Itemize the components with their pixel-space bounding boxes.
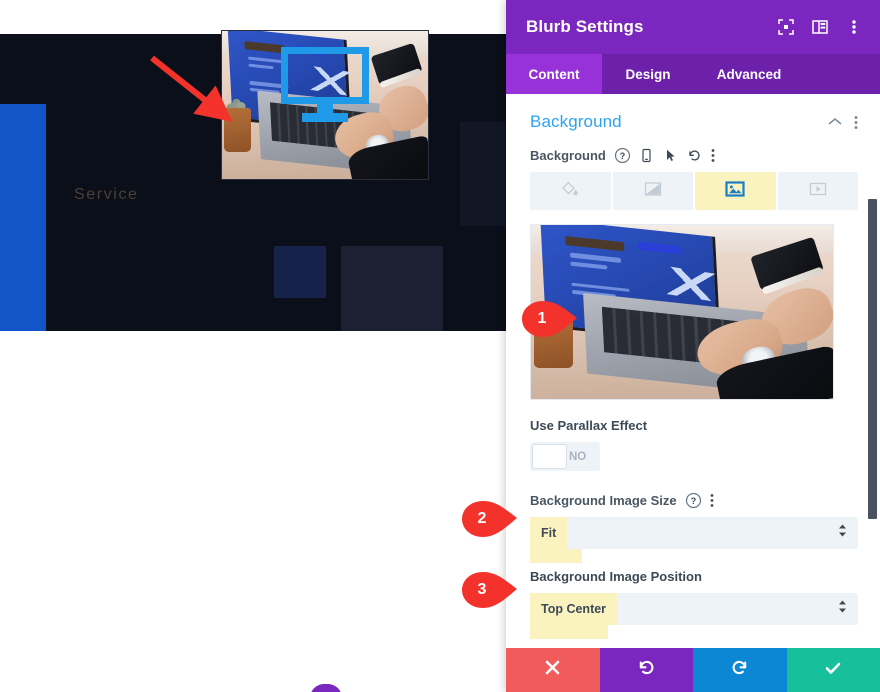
- blurb-settings-panel: Blurb Settings Content Design Advanced B…: [506, 0, 880, 692]
- gradient-icon: [644, 180, 662, 203]
- parallax-toggle[interactable]: NO: [530, 442, 600, 471]
- callout-number: 1: [537, 310, 547, 327]
- cancel-button[interactable]: [506, 648, 600, 692]
- image-size-more-vertical-icon[interactable]: [710, 493, 714, 508]
- blue-accent-bar: [0, 104, 46, 331]
- callout-number: 3: [477, 581, 487, 598]
- panel-title: Blurb Settings: [526, 17, 644, 36]
- image-size-row: Background Image Size ?: [530, 493, 858, 508]
- paint-bucket-icon: [561, 180, 579, 203]
- callout-badge-1: 1: [521, 300, 579, 338]
- save-button[interactable]: [786, 648, 880, 692]
- background-more-vertical-icon[interactable]: [711, 148, 715, 163]
- layout-panel-icon[interactable]: [810, 17, 830, 37]
- svg-text:?: ?: [690, 496, 696, 506]
- parallax-label: Use Parallax Effect: [530, 418, 648, 433]
- image-size-label: Background Image Size: [530, 493, 677, 508]
- panel-tabs: Content Design Advanced: [506, 54, 880, 94]
- chevron-updown-icon: [838, 600, 847, 619]
- undo-button[interactable]: [599, 648, 693, 692]
- redo-button[interactable]: [693, 648, 787, 692]
- tab-advanced[interactable]: Advanced: [694, 54, 804, 94]
- callout-badge-2: 2: [461, 500, 519, 538]
- background-type-tabs: [530, 172, 858, 210]
- background-section-header[interactable]: Background: [530, 112, 858, 132]
- background-field-label: Background: [530, 148, 606, 163]
- decor-rect-right: [460, 122, 506, 226]
- callout-number: 2: [477, 510, 487, 527]
- panel-body: Background Background ? Use Parallax Eff…: [506, 94, 880, 648]
- background-image-tab[interactable]: [695, 172, 776, 210]
- toggle-knob: [532, 444, 567, 469]
- parallax-toggle-value: NO: [569, 450, 587, 463]
- image-position-value: Top Center: [530, 593, 618, 625]
- background-field-row: Background ?: [530, 148, 858, 163]
- more-vertical-icon[interactable]: [844, 17, 864, 37]
- chevron-updown-icon: [838, 524, 847, 543]
- monitor-icon: [281, 47, 369, 122]
- background-gradient-tab[interactable]: [612, 172, 693, 210]
- annotation-arrow-icon: [150, 55, 233, 122]
- decor-rect-small: [274, 246, 326, 298]
- background-video-tab[interactable]: [777, 172, 858, 210]
- settings-scroll-area: Background Background ? Use Parallax Eff…: [506, 94, 880, 648]
- undo-icon: [637, 658, 656, 682]
- image-size-highlight: [530, 549, 582, 563]
- service-heading: Service: [74, 186, 139, 203]
- panel-scrollbar[interactable]: [868, 94, 877, 648]
- redo-icon: [730, 658, 749, 682]
- image-size-help-icon[interactable]: ?: [685, 493, 701, 508]
- image-icon: [725, 180, 745, 203]
- image-position-highlight: [530, 625, 608, 639]
- panel-header: Blurb Settings: [506, 0, 880, 54]
- scrollbar-thumb[interactable]: [868, 199, 877, 519]
- hover-cursor-icon[interactable]: [663, 148, 678, 163]
- close-icon: [544, 659, 561, 681]
- callout-badge-3: 3: [461, 571, 519, 609]
- image-size-select[interactable]: Fit: [530, 517, 858, 549]
- image-position-label: Background Image Position: [530, 569, 702, 584]
- image-size-value: Fit: [530, 517, 568, 549]
- image-position-select[interactable]: Top Center: [530, 593, 858, 625]
- mobile-icon[interactable]: [639, 148, 654, 163]
- page-canvas: Service: [0, 0, 506, 692]
- tab-design[interactable]: Design: [602, 54, 694, 94]
- section-title: Background: [530, 112, 622, 131]
- decor-rect-large: [341, 246, 443, 331]
- chevron-up-icon[interactable]: [828, 117, 842, 127]
- help-icon[interactable]: ?: [614, 148, 630, 163]
- reset-icon[interactable]: [687, 148, 702, 163]
- panel-action-bar: [506, 648, 880, 692]
- svg-text:?: ?: [620, 151, 626, 161]
- section-more-vertical-icon[interactable]: [854, 115, 858, 130]
- focus-icon[interactable]: [776, 17, 796, 37]
- check-icon: [823, 658, 843, 683]
- video-icon: [809, 180, 827, 203]
- tab-content[interactable]: Content: [506, 54, 602, 94]
- background-color-tab[interactable]: [530, 172, 611, 210]
